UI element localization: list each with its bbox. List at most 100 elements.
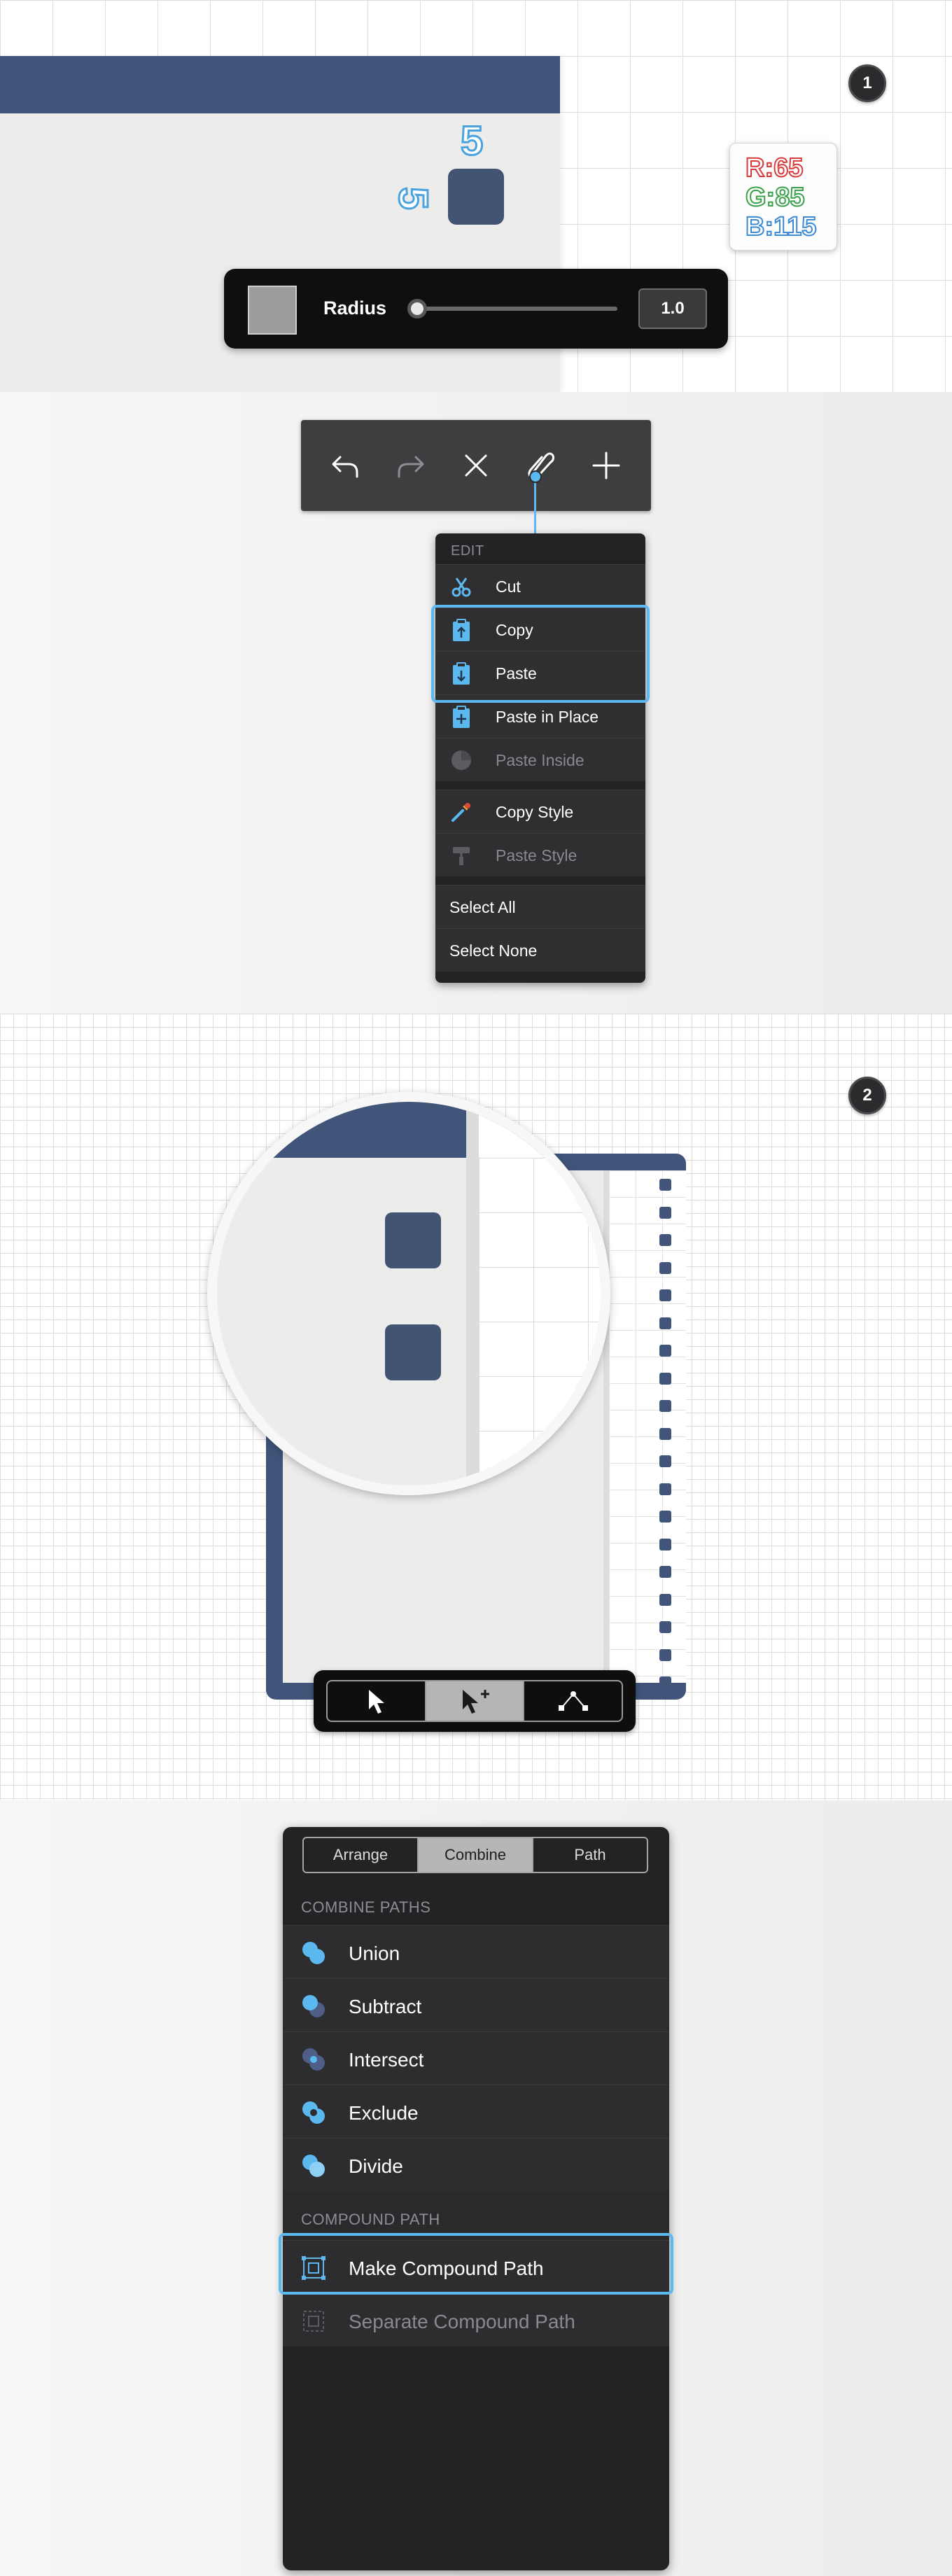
radius-slider-knob[interactable] xyxy=(407,299,427,318)
binding-hole xyxy=(659,1427,671,1440)
tab-path[interactable]: Path xyxy=(532,1838,647,1872)
binding-hole xyxy=(659,1593,671,1606)
separate-compound-path-label: Separate Compound Path xyxy=(349,2311,575,2332)
divide-row[interactable]: Divide xyxy=(283,2138,669,2191)
binding-hole xyxy=(659,1676,671,1688)
rgb-red-value: R:65 xyxy=(745,153,804,183)
subtract-row[interactable]: Subtract xyxy=(283,1978,669,2031)
menu-item-copy-style[interactable]: Copy Style xyxy=(435,790,645,833)
binding-hole xyxy=(659,1317,671,1329)
redo-icon[interactable] xyxy=(382,438,438,493)
menu-connector-dot xyxy=(529,470,542,483)
step-badge: 1 xyxy=(848,64,886,102)
binding-hole xyxy=(659,1345,671,1357)
binding-hole xyxy=(659,1206,671,1219)
binding-hole xyxy=(659,1566,671,1578)
menu-item-label: Copy Style xyxy=(496,803,574,821)
menu-item-label: Paste Inside xyxy=(496,751,584,769)
menu-item-paste-inside[interactable]: Paste Inside xyxy=(435,738,645,781)
exclude-row[interactable]: Exclude xyxy=(283,2085,669,2138)
compound-path-heading: COMPOUND PATH xyxy=(301,2211,440,2228)
undo-icon[interactable] xyxy=(318,438,374,493)
binding-hole xyxy=(659,1400,671,1412)
radius-slider-track[interactable] xyxy=(412,307,617,311)
radius-label: Radius xyxy=(323,298,387,318)
intersect-label: Intersect xyxy=(349,2049,424,2071)
binding-hole xyxy=(659,1455,671,1467)
binding-hole xyxy=(659,1648,671,1661)
edit-menu: EDIT Cut Copy Paste Paste in Place Paste… xyxy=(435,533,645,983)
subtract-icon xyxy=(302,1995,325,2017)
rounded-square-copy[interactable] xyxy=(385,1324,441,1380)
exclude-label: Exclude xyxy=(349,2102,419,2124)
menu-item-label: Cut xyxy=(496,578,521,596)
notebook-header-bar xyxy=(0,56,560,113)
divide-icon xyxy=(302,2155,325,2177)
magnified-fold xyxy=(466,1102,479,1485)
binding-hole xyxy=(659,1289,671,1301)
eyedropper-icon xyxy=(449,800,473,824)
binding-hole xyxy=(659,1483,671,1495)
node-path-icon[interactable] xyxy=(523,1681,622,1721)
intersect-row[interactable]: Intersect xyxy=(283,2031,669,2085)
binding-hole xyxy=(659,1261,671,1274)
binding-hole xyxy=(659,1179,671,1191)
panel-tabs: Arrange Combine Path xyxy=(302,1837,648,1873)
paperclip-icon[interactable] xyxy=(512,438,568,493)
scissors-icon xyxy=(449,575,473,598)
binding-hole xyxy=(659,1372,671,1385)
intersect-icon xyxy=(302,2048,325,2071)
close-icon[interactable] xyxy=(448,438,504,493)
divide-label: Divide xyxy=(349,2155,403,2177)
add-select-arrow-icon[interactable] xyxy=(424,1681,524,1721)
notebook-grid-page xyxy=(609,1170,686,1683)
step-badge: 2 xyxy=(848,1077,886,1114)
separate-compound-icon xyxy=(303,2311,324,2332)
edit-toolbar xyxy=(301,420,651,511)
radius-preview-swatch xyxy=(248,286,297,335)
menu-item-cut[interactable]: Cut xyxy=(435,564,645,608)
selection-toolbar xyxy=(314,1670,636,1732)
rgb-color-card: R:65 G:85 B:115 xyxy=(729,143,837,251)
menu-item-select-all[interactable]: Select All xyxy=(435,885,645,928)
menu-connector-line xyxy=(534,475,536,533)
magnified-header-gap xyxy=(479,1102,601,1158)
combine-panel: Arrange Combine Path COMBINE PATHS Union… xyxy=(283,1827,669,2570)
union-icon xyxy=(302,1942,325,1964)
separate-compound-path-row[interactable]: Separate Compound Path xyxy=(283,2293,669,2346)
subtract-label: Subtract xyxy=(349,1996,422,2017)
dimension-left-label: 5 xyxy=(389,186,437,211)
select-arrow-icon[interactable] xyxy=(328,1681,425,1721)
magnified-grid xyxy=(479,1158,601,1485)
rgb-green-value: G:85 xyxy=(745,182,805,213)
edit-menu-header: EDIT xyxy=(451,543,484,559)
radius-value-field[interactable]: 1.0 xyxy=(638,288,707,329)
paint-roller-icon xyxy=(449,844,473,867)
menu-item-label: Select All xyxy=(449,898,516,916)
menu-item-paste-style[interactable]: Paste Style xyxy=(435,833,645,876)
step1-section: 5 5 1 R:65 G:85 B:115 Radius 1.0 xyxy=(0,0,952,392)
union-row[interactable]: Union xyxy=(283,1925,669,1978)
exclude-icon xyxy=(302,2101,325,2124)
edit-menu-section: EDIT Cut Copy Paste Paste in Place Paste… xyxy=(0,392,952,1014)
copy-paste-highlight xyxy=(431,605,650,703)
binding-hole xyxy=(659,1511,671,1522)
zoom-magnifier xyxy=(207,1092,610,1495)
binding-hole xyxy=(659,1234,671,1246)
tab-combine[interactable]: Combine xyxy=(417,1838,532,1872)
menu-item-label: Paste Style xyxy=(496,846,578,864)
radius-panel: Radius 1.0 xyxy=(224,269,728,349)
rgb-blue-value: B:115 xyxy=(745,211,817,242)
combine-section: Arrange Combine Path COMBINE PATHS Union… xyxy=(0,1800,952,2576)
paste-inside-icon xyxy=(449,748,473,772)
rounded-square-shape[interactable] xyxy=(385,1212,441,1268)
binding-hole xyxy=(659,1538,671,1550)
menu-item-select-none[interactable]: Select None xyxy=(435,928,645,972)
rounded-square-shape[interactable] xyxy=(448,169,504,225)
menu-item-label: Select None xyxy=(449,941,538,960)
menu-item-label: Paste in Place xyxy=(496,708,599,726)
tab-arrange[interactable]: Arrange xyxy=(304,1838,417,1872)
paste-in-place-icon xyxy=(449,705,473,729)
plus-icon[interactable] xyxy=(578,438,634,493)
binding-hole xyxy=(659,1621,671,1633)
